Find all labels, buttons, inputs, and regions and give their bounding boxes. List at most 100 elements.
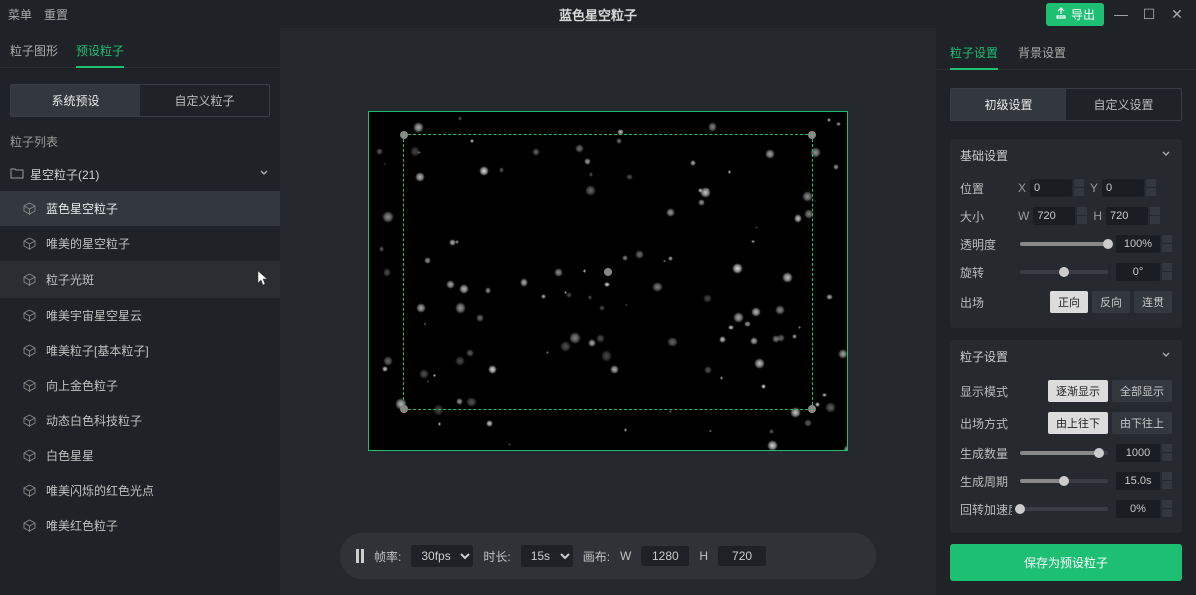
spinner[interactable] (1162, 472, 1172, 490)
handle-center[interactable] (604, 268, 612, 276)
h-label: H (1093, 209, 1102, 223)
spinner[interactable] (1146, 179, 1156, 197)
minimize-button[interactable]: — (1110, 6, 1132, 22)
tab-background-settings[interactable]: 背景设置 (1018, 38, 1066, 69)
export-button[interactable]: 导出 (1046, 3, 1104, 26)
spinner[interactable] (1162, 235, 1172, 253)
exit-btn-bottomup[interactable]: 由下往上 (1112, 412, 1172, 434)
folder-row[interactable]: 星空粒子(21) (0, 158, 280, 191)
spinner[interactable] (1162, 444, 1172, 462)
handle-tr[interactable] (808, 131, 816, 139)
size-h-input[interactable] (1106, 207, 1148, 225)
particle-section: 粒子设置 显示模式 逐渐显示 全部显示 出场方式 由上往下 (950, 340, 1182, 533)
spinner[interactable] (1162, 500, 1172, 518)
exit-btn-reverse[interactable]: 反向 (1092, 291, 1130, 313)
gen-count-slider[interactable] (1020, 451, 1108, 455)
tab-particle-settings[interactable]: 粒子设置 (950, 38, 998, 69)
maximize-button[interactable]: ☐ (1138, 6, 1160, 23)
particle-item[interactable]: 唯美红色粒子 (0, 508, 280, 543)
accel-label: 回转加速度 (960, 501, 1012, 518)
star (838, 349, 848, 359)
star (709, 430, 711, 432)
preview-canvas[interactable] (368, 111, 848, 451)
display-btn-gradual[interactable]: 逐渐显示 (1048, 380, 1108, 402)
gen-cycle-slider[interactable] (1020, 479, 1108, 483)
playback-bar: 帧率: 30fps 时长: 15s 画布: W H (340, 533, 876, 579)
tab-particle-graphic[interactable]: 粒子图形 (10, 36, 58, 67)
star (826, 294, 833, 301)
exit-mode-label: 出场方式 (960, 415, 1012, 432)
h-label: H (699, 549, 708, 563)
exit-btn-forward[interactable]: 正向 (1050, 291, 1088, 313)
particle-item[interactable]: 向上金色粒子 (0, 368, 280, 403)
duration-label: 时长: (483, 548, 510, 565)
particle-item-label: 动态白色科技粒子 (46, 412, 142, 429)
tab-preset-particle[interactable]: 预设粒子 (76, 36, 124, 67)
particle-item-label: 唯美宇宙星空星云 (46, 307, 142, 324)
particle-section-header[interactable]: 粒子设置 (950, 340, 1182, 373)
gen-cycle-label: 生成周期 (960, 473, 1012, 490)
star (624, 428, 627, 431)
particle-item[interactable]: 动态白色科技粒子 (0, 403, 280, 438)
close-button[interactable]: ✕ (1166, 6, 1188, 23)
particle-item[interactable]: 唯美宇宙星空星云 (0, 298, 280, 333)
selection-box[interactable] (403, 134, 813, 410)
duration-select[interactable]: 15s (521, 545, 573, 567)
particle-item[interactable]: 唯美粒子[基本粒子] (0, 333, 280, 368)
x-label: X (1018, 181, 1026, 195)
exit-btn-topdown[interactable]: 由上往下 (1048, 412, 1108, 434)
accel-slider[interactable] (1020, 507, 1108, 511)
pos-y-input[interactable] (1102, 179, 1144, 197)
spinner[interactable] (1162, 263, 1172, 281)
particle-item-label: 白色星星 (46, 447, 94, 464)
opacity-value: 100% (1116, 235, 1160, 253)
spinner[interactable] (1074, 179, 1084, 197)
size-label: 大小 (960, 208, 1012, 225)
save-preset-button[interactable]: 保存为预设粒子 (950, 544, 1182, 581)
star (382, 211, 394, 223)
handle-bl[interactable] (400, 405, 408, 413)
opacity-slider[interactable] (1020, 242, 1108, 246)
star (669, 410, 672, 413)
display-btn-all[interactable]: 全部显示 (1112, 380, 1172, 402)
particle-title: 粒子设置 (960, 348, 1008, 365)
system-preset-tab[interactable]: 系统预设 (11, 85, 140, 116)
star (843, 445, 848, 450)
accel-value: 0% (1116, 500, 1160, 518)
canvas-height-input[interactable] (718, 546, 766, 566)
reset-button[interactable]: 重置 (44, 6, 68, 23)
framerate-select[interactable]: 30fps (411, 545, 473, 567)
exit-btn-continuous[interactable]: 连贯 (1134, 291, 1172, 313)
particle-item[interactable]: 蓝色星空粒子 (0, 191, 280, 226)
left-panel: 粒子图形 预设粒子 系统预设 自定义粒子 粒子列表 星空粒子(21) 蓝色星空粒… (0, 28, 280, 595)
window-title: 蓝色星空粒子 (559, 5, 637, 24)
spinner[interactable] (1150, 207, 1160, 225)
particle-item[interactable]: 唯美的星空粒子 (0, 226, 280, 261)
canvas-label: 画布: (583, 548, 610, 565)
right-panel: 粒子设置 背景设置 初级设置 自定义设置 基础设置 位置 X (936, 28, 1196, 595)
display-mode-label: 显示模式 (960, 383, 1012, 400)
star (486, 420, 493, 427)
rotate-slider[interactable] (1020, 270, 1108, 274)
menu-button[interactable]: 菜单 (8, 6, 32, 23)
cube-icon (22, 484, 36, 498)
particle-item[interactable]: 粒子光斑 (0, 261, 280, 298)
particle-item-label: 唯美闪烁的红色光点 (46, 482, 154, 499)
particle-item[interactable]: 白色星星 (0, 438, 280, 473)
custom-settings-tab[interactable]: 自定义设置 (1066, 89, 1181, 120)
basic-section-header[interactable]: 基础设置 (950, 139, 1182, 172)
size-w-input[interactable] (1033, 207, 1075, 225)
particle-item[interactable]: 唯美闪烁的红色光点 (0, 473, 280, 508)
star (413, 122, 423, 132)
star (767, 440, 778, 451)
pos-x-input[interactable] (1030, 179, 1072, 197)
spinner[interactable] (1077, 207, 1087, 225)
basic-settings-tab[interactable]: 初级设置 (951, 89, 1066, 120)
handle-tl[interactable] (400, 131, 408, 139)
handle-br[interactable] (808, 405, 816, 413)
canvas-width-input[interactable] (641, 546, 689, 566)
star (836, 122, 840, 126)
pause-button[interactable] (356, 549, 364, 563)
chevron-down-icon (1160, 349, 1172, 364)
custom-particle-tab[interactable]: 自定义粒子 (140, 85, 269, 116)
